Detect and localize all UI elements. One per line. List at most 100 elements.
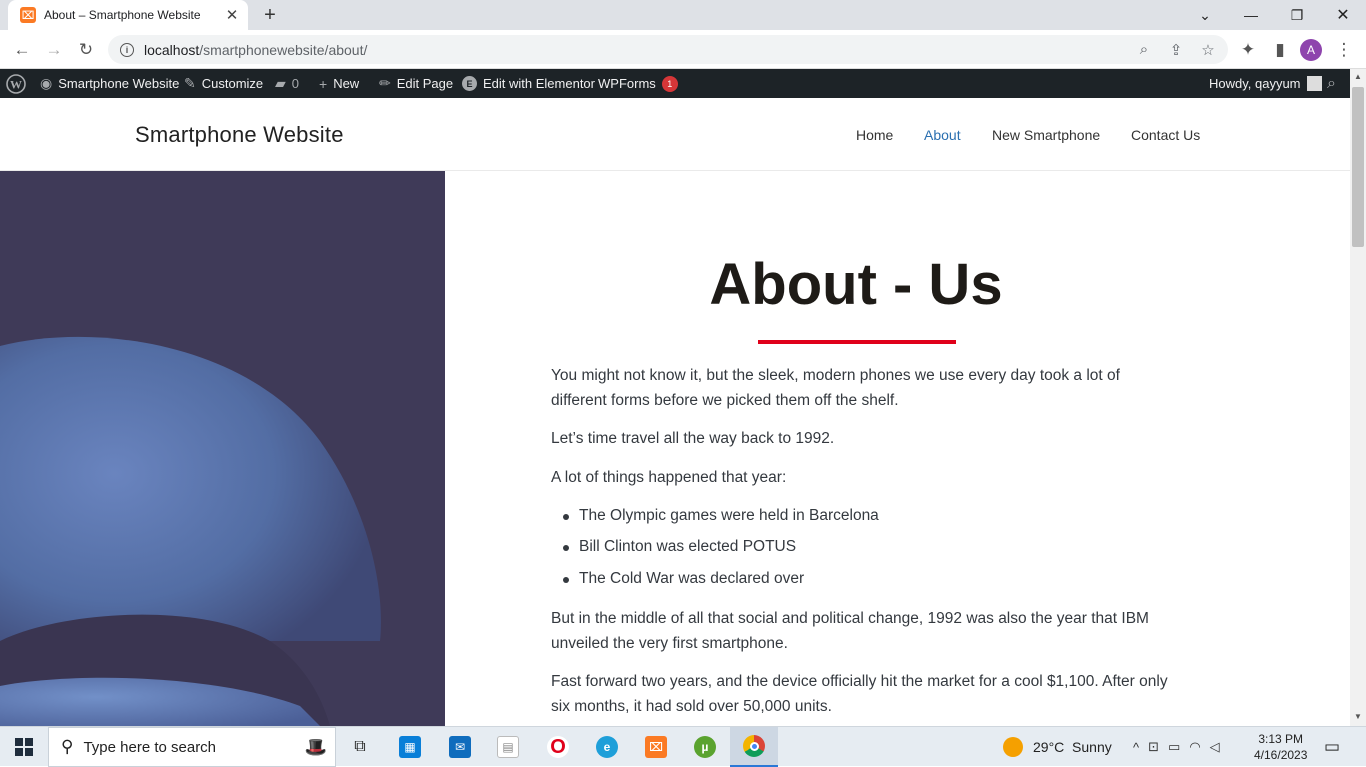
- restore-button[interactable]: ❐: [1274, 0, 1320, 30]
- wp-wpforms[interactable]: WPForms 1: [598, 69, 678, 98]
- dashboard-icon: ◉: [40, 75, 53, 91]
- reload-button[interactable]: ↻: [74, 38, 98, 62]
- edge-app-icon[interactable]: e: [583, 727, 631, 767]
- address-bar[interactable]: i localhost/smartphonewebsite/about/ ⌕ ⇪…: [108, 35, 1228, 64]
- page-content: About - Us You might not know it, but th…: [445, 171, 1350, 726]
- windows-logo-icon: [15, 738, 33, 756]
- paragraph-ibm: But in the middle of all that social and…: [551, 610, 1149, 652]
- chevron-up-icon[interactable]: ^: [1133, 740, 1148, 755]
- opera-app-icon[interactable]: O: [534, 727, 582, 767]
- wpforms-badge: 1: [661, 75, 678, 92]
- url-text[interactable]: localhost/smartphonewebsite/about/: [144, 42, 367, 58]
- site-title[interactable]: Smartphone Website: [135, 122, 344, 148]
- weather-widget[interactable]: 29°C Sunny: [1003, 727, 1112, 767]
- elementor-icon: E: [462, 76, 477, 91]
- wp-edit-page[interactable]: ✏ Edit Page: [379, 69, 453, 98]
- chrome-app-icon[interactable]: [730, 727, 778, 767]
- mail-app-icon[interactable]: ✉: [436, 727, 484, 767]
- side-panel-icon[interactable]: ▮: [1268, 38, 1292, 62]
- wifi-icon[interactable]: ◠: [1189, 739, 1209, 755]
- url-path: /smartphonewebsite/about/: [199, 41, 368, 58]
- comment-icon: ▰: [275, 75, 286, 91]
- utorrent-app-icon[interactable]: µ: [681, 727, 729, 767]
- browser-menu-icon[interactable]: ⋮: [1332, 38, 1356, 62]
- list-item: The Olympic games were held in Barcelona: [563, 507, 879, 524]
- heading-divider: [758, 340, 956, 344]
- tab-search-chevron-icon[interactable]: ⌄: [1182, 0, 1228, 30]
- bookmark-star-icon[interactable]: ☆: [1194, 35, 1222, 64]
- clock-time: 3:13 PM: [1258, 732, 1304, 746]
- browser-tab-strip: ⌧ About – Smartphone Website ✕ + ⌄ — ❐ ✕: [0, 0, 1366, 30]
- wp-edit-elementor[interactable]: E Edit with Elementor: [462, 69, 595, 98]
- clock[interactable]: 3:13 PM 4/16/2023: [1254, 727, 1307, 767]
- scroll-down-arrow-icon[interactable]: ▼: [1354, 712, 1362, 721]
- browser-tab[interactable]: ⌧ About – Smartphone Website ✕: [8, 0, 248, 30]
- scroll-up-arrow-icon[interactable]: ▲: [1354, 72, 1362, 81]
- search-highlight-icon: 🎩: [304, 736, 327, 757]
- store-app-icon[interactable]: ▦: [386, 727, 434, 767]
- browser-toolbar: ← → ↻ i localhost/smartphonewebsite/abou…: [0, 30, 1366, 69]
- wp-howdy[interactable]: Howdy, qayyum: [1209, 69, 1322, 98]
- wp-customize[interactable]: ✎ Customize: [184, 69, 263, 98]
- taskbar-search-placeholder: Type here to search: [83, 738, 217, 756]
- plus-icon: +: [319, 75, 328, 92]
- wordpress-logo-icon[interactable]: W: [6, 69, 26, 98]
- battery-icon[interactable]: ▭: [1168, 739, 1189, 755]
- tab-title: About – Smartphone Website: [44, 8, 201, 22]
- tab-close-icon[interactable]: ✕: [224, 6, 240, 24]
- page-scrollbar[interactable]: ▲ ▼: [1350, 69, 1366, 726]
- wp-new-label: New: [333, 76, 360, 91]
- clock-date: 4/16/2023: [1254, 748, 1308, 762]
- menu-item-contact-us[interactable]: Contact Us: [1131, 127, 1200, 143]
- system-tray-icons[interactable]: ^ ⊡ ▭ ◠ ◁: [1133, 727, 1229, 767]
- taskbar-search-box[interactable]: ⚲ Type here to search 🎩: [48, 727, 336, 767]
- scrollbar-thumb[interactable]: [1352, 87, 1364, 247]
- site-info-icon[interactable]: i: [120, 42, 134, 57]
- menu-item-home[interactable]: Home: [856, 127, 893, 143]
- wp-comments[interactable]: ▰ 0: [275, 69, 299, 98]
- url-host: localhost: [144, 41, 200, 58]
- wp-admin-bar: W ◉ Smartphone Website ✎ Customize ▰ 0 + New…: [0, 69, 1350, 98]
- wp-wpforms-label: WPForms: [598, 76, 656, 91]
- wp-elementor-label: Edit with Elementor: [483, 76, 595, 91]
- back-button[interactable]: ←: [10, 38, 34, 62]
- user-avatar-icon: [1306, 76, 1322, 91]
- xampp-favicon-icon: ⌧: [20, 7, 36, 23]
- paragraph-that-year: A lot of things happened that year:: [551, 469, 787, 486]
- wp-new[interactable]: + New: [319, 69, 359, 98]
- svg-text:W: W: [10, 77, 22, 91]
- brush-icon: ✎: [184, 75, 196, 91]
- meet-now-icon[interactable]: ⊡: [1148, 739, 1168, 755]
- volume-icon[interactable]: ◁: [1210, 739, 1229, 755]
- wp-site-name-label: Smartphone Website: [58, 76, 180, 91]
- new-tab-button[interactable]: +: [258, 3, 282, 27]
- wp-edit-page-label: Edit Page: [396, 76, 454, 91]
- wp-search-icon[interactable]: ⌕: [1327, 69, 1336, 98]
- list-item: Bill Clinton was elected POTUS: [562, 538, 797, 555]
- task-view-button[interactable]: ⧉: [336, 727, 384, 767]
- weather-text: 29°C Sunny: [1033, 739, 1112, 755]
- extensions-puzzle-icon[interactable]: ✦: [1236, 38, 1260, 62]
- file-app-icon[interactable]: ▤: [484, 727, 532, 767]
- wp-site-name[interactable]: ◉ Smartphone Website: [40, 69, 179, 98]
- start-button[interactable]: [0, 727, 48, 767]
- xampp-app-icon[interactable]: ⌧: [632, 727, 680, 767]
- share-icon[interactable]: ⇪: [1162, 35, 1190, 64]
- wp-comments-count: 0: [291, 76, 300, 91]
- list-item: The Cold War was declared over: [562, 570, 805, 587]
- sun-icon: [1003, 737, 1023, 757]
- menu-item-new-smartphone[interactable]: New Smartphone: [992, 127, 1100, 143]
- menu-item-about[interactable]: About: [924, 127, 961, 143]
- profile-avatar[interactable]: A: [1300, 39, 1322, 61]
- page-heading: About - Us: [709, 252, 1003, 317]
- forward-button[interactable]: →: [42, 38, 66, 62]
- search-icon: ⚲: [61, 737, 74, 756]
- minimize-button[interactable]: —: [1228, 0, 1274, 30]
- window-close-button[interactable]: ✕: [1320, 0, 1366, 30]
- hero-image: [0, 171, 445, 726]
- zoom-icon[interactable]: ⌕: [1130, 35, 1158, 64]
- notifications-icon[interactable]: ▭: [1324, 727, 1340, 767]
- pencil-icon: ✏: [379, 75, 391, 91]
- paragraph-fast-forward: Fast forward two years, and the device o…: [551, 673, 1168, 715]
- paragraph-time-travel: Let’s time travel all the way back to 19…: [551, 430, 835, 447]
